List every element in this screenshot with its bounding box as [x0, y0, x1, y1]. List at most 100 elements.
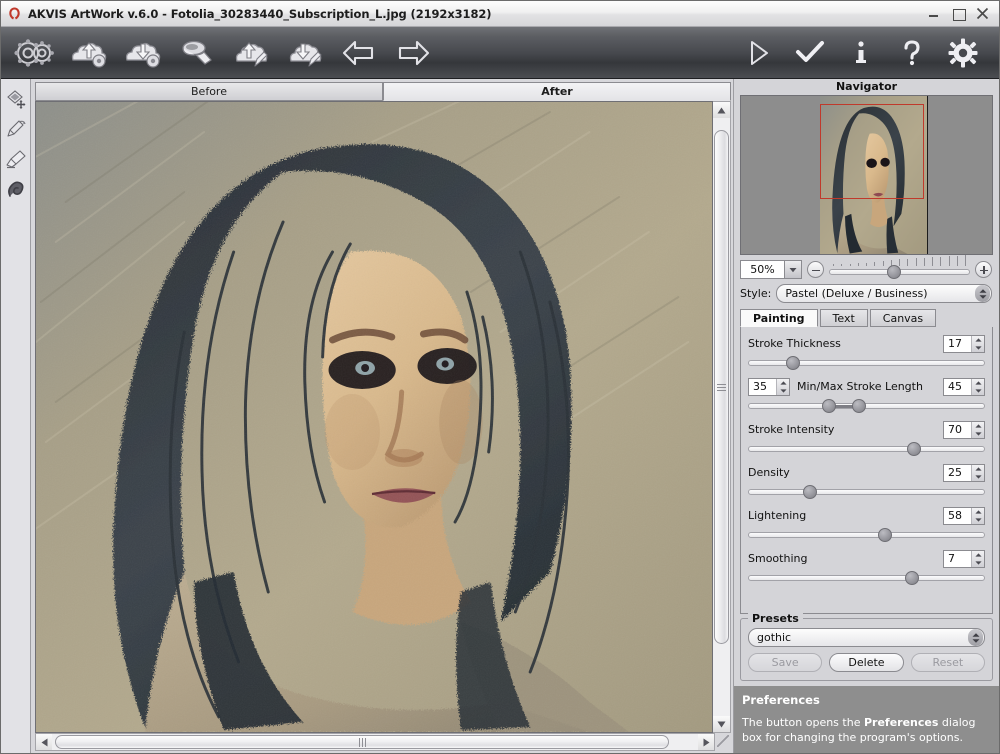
navigator-viewport-rect[interactable]: [820, 104, 924, 199]
maximize-button[interactable]: [952, 7, 965, 20]
slider-track: [748, 446, 985, 452]
style-row: Style: Pastel (Deluxe / Business): [734, 283, 999, 308]
resize-grip[interactable]: [715, 733, 731, 751]
stroke-thickness-input[interactable]: 17: [943, 335, 985, 353]
slider-stroke-thickness[interactable]: [748, 356, 985, 371]
slider-knob[interactable]: [878, 528, 892, 542]
scroll-left-button[interactable]: [36, 734, 52, 750]
lightening-label: Lightening: [748, 509, 943, 522]
save-image-icon[interactable]: [121, 33, 165, 73]
style-combobox[interactable]: Pastel (Deluxe / Business): [776, 284, 992, 303]
toolbar-right-group: [743, 33, 987, 73]
spinner-icon[interactable]: [971, 465, 984, 481]
combobox-spinner-icon[interactable]: [968, 629, 983, 646]
spinner-icon[interactable]: [971, 379, 984, 395]
hint-text-bold: Preferences: [864, 716, 938, 729]
tab-text[interactable]: Text: [820, 309, 868, 327]
tab-canvas[interactable]: Canvas: [870, 309, 936, 327]
max-stroke-length-input[interactable]: 45: [943, 378, 985, 396]
slider-min-max-stroke-length[interactable]: [748, 399, 985, 414]
slider-smoothing[interactable]: [748, 571, 985, 586]
scroll-right-button[interactable]: [698, 734, 714, 750]
pan-hand-tool[interactable]: [3, 85, 29, 113]
preferences-gear-icon[interactable]: [947, 33, 979, 73]
range-knob-min[interactable]: [822, 399, 836, 413]
vertical-scroll-track[interactable]: [713, 118, 730, 716]
slider-track: [748, 360, 985, 366]
save-strokes-icon[interactable]: [283, 33, 327, 73]
zoom-slider[interactable]: [829, 260, 970, 279]
scroll-up-button[interactable]: [713, 102, 730, 118]
tab-after[interactable]: After: [383, 82, 731, 101]
lightening-value: 58: [944, 508, 971, 524]
lightening-input[interactable]: 58: [943, 507, 985, 525]
density-input[interactable]: 25: [943, 464, 985, 482]
density-label: Density: [748, 466, 943, 479]
slider-knob[interactable]: [907, 442, 921, 456]
vertical-scroll-thumb[interactable]: [714, 130, 729, 644]
slider-knob[interactable]: [786, 356, 800, 370]
info-icon[interactable]: [845, 33, 877, 73]
help-icon[interactable]: [896, 33, 928, 73]
min-stroke-length-value: 35: [749, 379, 776, 395]
image-canvas[interactable]: [35, 101, 713, 733]
vertical-scrollbar[interactable]: [713, 101, 731, 733]
image-area: Before After: [31, 79, 733, 753]
window-title: AKVIS ArtWork v.6.0 - Fotolia_30283440_S…: [28, 7, 491, 21]
stroke-intensity-input[interactable]: 70: [943, 421, 985, 439]
smudge-tool[interactable]: [3, 175, 29, 203]
spinner-icon[interactable]: [776, 379, 789, 395]
max-stroke-length-value: 45: [944, 379, 971, 395]
spinner-icon[interactable]: [971, 336, 984, 352]
smoothing-input[interactable]: 7: [943, 550, 985, 568]
preset-delete-button[interactable]: Delete: [829, 653, 903, 672]
slider-stroke-intensity[interactable]: [748, 442, 985, 457]
range-knob-max[interactable]: [852, 399, 866, 413]
density-value: 25: [944, 465, 971, 481]
undo-arrow-icon[interactable]: [337, 33, 381, 73]
minimize-button[interactable]: [928, 7, 941, 20]
image-tabs: Before After: [31, 79, 733, 101]
close-button[interactable]: [976, 7, 989, 20]
chevron-down-icon[interactable]: [784, 261, 801, 278]
preset-reset-button[interactable]: Reset: [911, 653, 985, 672]
history-brush-tool[interactable]: [3, 115, 29, 143]
navigator-title: Navigator: [734, 79, 999, 95]
zoom-level-combobox[interactable]: 50%: [740, 260, 802, 279]
slider-density[interactable]: [748, 485, 985, 500]
print-icon[interactable]: [175, 33, 219, 73]
apply-check-icon[interactable]: [794, 33, 826, 73]
redo-arrow-icon[interactable]: [391, 33, 435, 73]
slider-knob[interactable]: [905, 571, 919, 585]
min-stroke-length-input[interactable]: 35: [748, 378, 790, 396]
load-strokes-icon[interactable]: [229, 33, 273, 73]
eraser-tool[interactable]: [3, 145, 29, 173]
stroke-intensity-label: Stroke Intensity: [748, 423, 943, 436]
settings-tabs: Painting Text Canvas: [734, 308, 999, 327]
horizontal-scroll-thumb[interactable]: [55, 735, 669, 749]
horizontal-scrollbar[interactable]: [35, 733, 715, 751]
slider-knob[interactable]: [803, 485, 817, 499]
akvis-horseshoe-icon: [7, 6, 22, 21]
gears-icon[interactable]: [13, 33, 57, 73]
run-icon[interactable]: [743, 33, 775, 73]
scroll-down-button[interactable]: [713, 716, 730, 732]
navigator-preview[interactable]: [740, 95, 993, 255]
spinner-icon[interactable]: [971, 551, 984, 567]
preset-save-button[interactable]: Save: [748, 653, 822, 672]
zoom-out-button[interactable]: [807, 261, 824, 278]
tab-before[interactable]: Before: [35, 82, 383, 101]
tab-painting[interactable]: Painting: [740, 309, 818, 327]
toolbar-left-group: [13, 33, 435, 73]
zoom-slider-knob[interactable]: [887, 265, 901, 279]
slider-track: [748, 532, 985, 538]
zoom-in-button[interactable]: [975, 261, 992, 278]
preset-combobox[interactable]: gothic: [748, 628, 985, 647]
horizontal-scroll-track[interactable]: [52, 734, 698, 750]
slider-lightening[interactable]: [748, 528, 985, 543]
spinner-icon[interactable]: [971, 508, 984, 524]
application-window: AKVIS ArtWork v.6.0 - Fotolia_30283440_S…: [0, 0, 1000, 754]
open-image-icon[interactable]: [67, 33, 111, 73]
spinner-icon[interactable]: [971, 422, 984, 438]
combobox-spinner-icon[interactable]: [975, 285, 990, 302]
